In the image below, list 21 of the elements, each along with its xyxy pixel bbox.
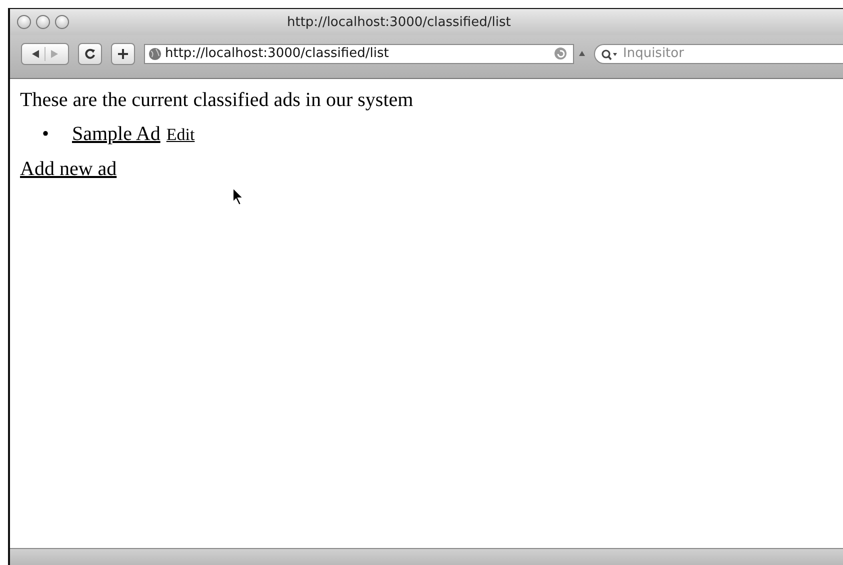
zoom-button[interactable] [55, 15, 69, 29]
bullet: • [42, 123, 50, 146]
close-button[interactable] [17, 15, 31, 29]
edit-link[interactable]: Edit [166, 123, 195, 147]
reload-button[interactable] [78, 42, 102, 64]
window-title: http://localhost:3000/classified/list [287, 14, 511, 30]
back-forward-button[interactable] [21, 42, 69, 64]
ad-title-link[interactable]: Sample Ad [72, 122, 160, 146]
add-bookmark-button[interactable] [111, 42, 135, 64]
search-field[interactable]: Inquisitor [594, 44, 843, 64]
reload-circle-icon [554, 47, 567, 60]
intro-text: These are the current classified ads in our system [20, 88, 414, 112]
globe-icon [148, 46, 162, 60]
minimize-button[interactable] [36, 15, 50, 29]
caret-icon[interactable] [579, 51, 585, 56]
search-icon [601, 48, 619, 60]
plus-icon [117, 48, 129, 60]
reload-icon [84, 48, 96, 60]
mouse-pointer-icon [232, 187, 244, 206]
add-new-ad-link[interactable]: Add new ad [20, 158, 117, 180]
address-field[interactable]: http://localhost:3000/classified/list [144, 44, 574, 64]
